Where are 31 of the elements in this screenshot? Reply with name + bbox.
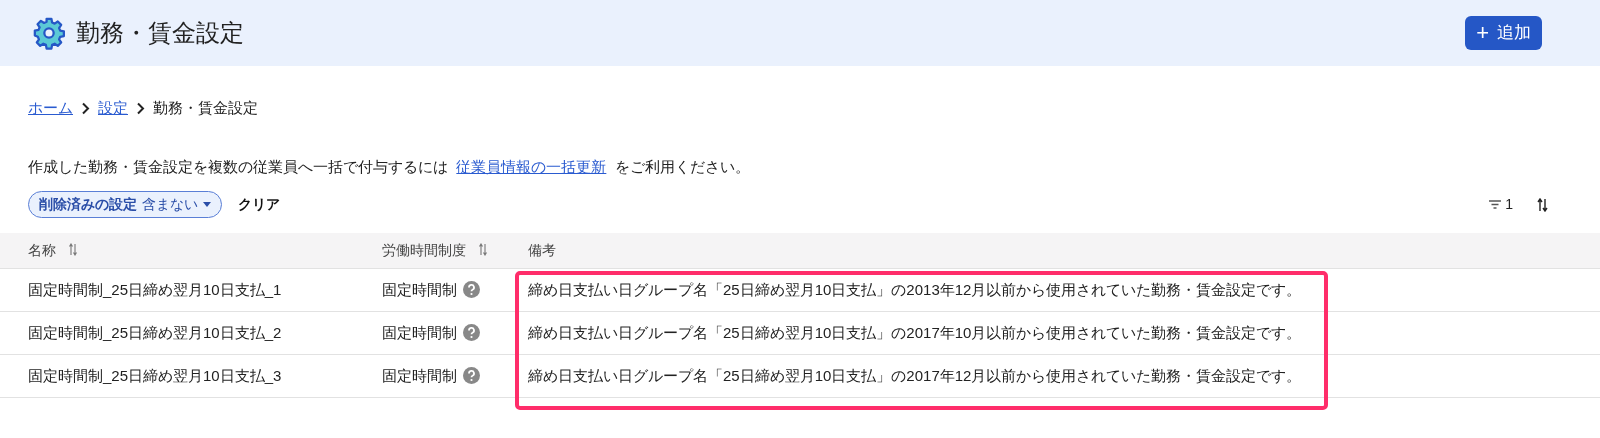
help-icon[interactable] bbox=[463, 280, 480, 298]
gear-icon bbox=[32, 16, 66, 50]
page-title: 勤務・賃金設定 bbox=[76, 18, 244, 48]
table-cell: 締め日支払い日グループ名「25日締め翌月10日支払」の2013年12月以前から使用されていた勤務・賃金設定です。 bbox=[528, 280, 1302, 298]
column-header: 名称 bbox=[28, 241, 56, 258]
table-cell: 締め日支払い日グループ名「25日締め翌月10日支払」の2017年12月以前から使用されていた勤務・賃金設定です。 bbox=[528, 366, 1302, 384]
chevron-icon bbox=[136, 101, 145, 115]
column-header: 備考 bbox=[528, 241, 556, 258]
column-header: 労働時間制度 bbox=[382, 241, 466, 258]
sort-icon[interactable] bbox=[1537, 197, 1548, 212]
breadcrumb-link[interactable]: ホーム bbox=[28, 96, 73, 120]
breadcrumb-current: 勤務・賃金設定 bbox=[153, 97, 258, 118]
info-text: 作成した勤務・賃金設定を複数の従業員へ一括で付与するには 従業員情報の一括更新 をご利用ください。 bbox=[27, 157, 751, 177]
filter-count: 1 bbox=[1505, 195, 1513, 214]
add-button[interactable]: + 追加 bbox=[1465, 16, 1542, 50]
help-icon[interactable] bbox=[463, 366, 480, 384]
caret-icon bbox=[203, 202, 211, 207]
table-cell: 固定時間制 bbox=[382, 323, 457, 341]
table-cell: 固定時間制_25日締め翌月10日支払_2 bbox=[28, 323, 282, 341]
chevron-icon bbox=[81, 101, 90, 115]
filter-icon[interactable] bbox=[1489, 200, 1502, 209]
table-cell: 固定時間制 bbox=[382, 280, 457, 298]
filter-chip[interactable]: 削除済みの設定 含まない bbox=[28, 191, 222, 218]
table-cell: 締め日支払い日グループ名「25日締め翌月10日支払」の2017年10月以前から使用されていた勤務・賃金設定です。 bbox=[528, 323, 1302, 341]
table-cell: 固定時間制_25日締め翌月10日支払_3 bbox=[28, 366, 282, 384]
help-icon[interactable] bbox=[463, 323, 480, 341]
table-cell: 固定時間制_25日締め翌月10日支払_1 bbox=[28, 280, 282, 298]
breadcrumb-link[interactable]: 設定 bbox=[98, 96, 128, 120]
update-link[interactable]: 従業員情報の一括更新 bbox=[456, 158, 607, 175]
table-cell: 固定時間制 bbox=[382, 366, 457, 384]
clear-button[interactable]: クリア bbox=[238, 194, 280, 215]
